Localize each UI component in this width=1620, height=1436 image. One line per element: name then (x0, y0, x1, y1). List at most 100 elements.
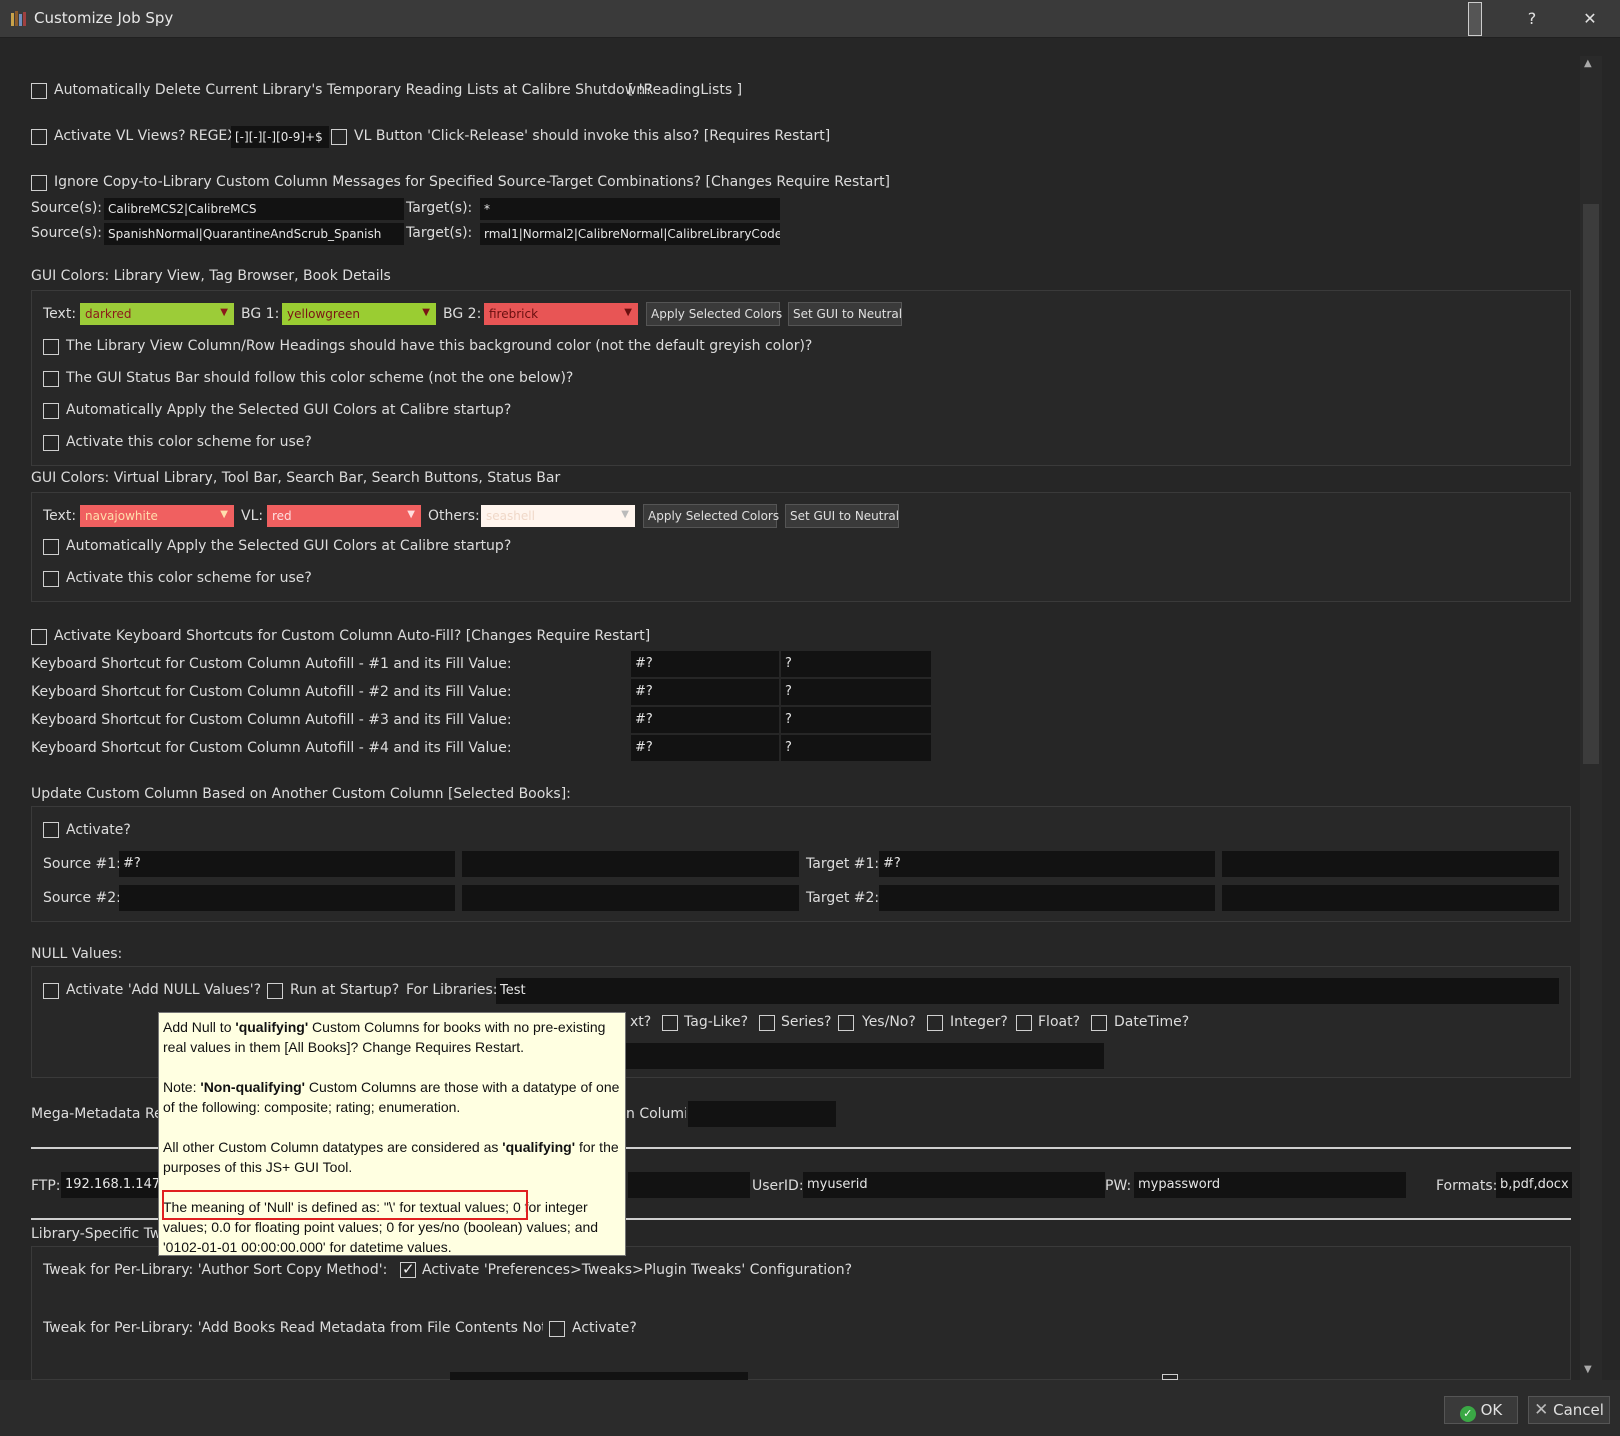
gui1-opt-3-checkbox[interactable] (43, 403, 59, 419)
source-1-extra-input[interactable] (462, 851, 799, 877)
target-input-1[interactable]: * (480, 198, 780, 220)
kb-row-3-shortcut-input[interactable]: #? (631, 707, 779, 733)
tweak-author-sort-option: Activate 'Preferences>Tweaks>Plugin Twea… (422, 1262, 853, 1278)
update-activate-label: Activate? (66, 822, 131, 838)
gui2-neutral-button[interactable]: Set GUI to Neutral (785, 504, 899, 528)
null-startup-checkbox[interactable] (267, 983, 283, 999)
gui1-text-combo[interactable]: darkred ▼ (80, 303, 234, 325)
close-icon[interactable]: ✕ (1570, 4, 1610, 34)
null-taglike-checkbox[interactable] (662, 1015, 678, 1031)
cancel-label: Cancel (1553, 1401, 1604, 1419)
source-2-label: Source #2: (43, 890, 121, 906)
null-datetime-label: DateTime? (1114, 1014, 1190, 1030)
null-activate-label: Activate 'Add NULL Values'? (66, 982, 262, 998)
source-1-input[interactable]: #? (119, 851, 455, 877)
delete-reading-lists-checkbox[interactable] (31, 83, 47, 99)
scrollbar-thumb[interactable] (1583, 204, 1599, 764)
target-input-2[interactable]: rmal1|Normal2|CalibreNormal|CalibreLibra… (480, 223, 780, 245)
null-values-title: NULL Values: (31, 946, 123, 962)
dialog-footer (0, 1380, 1620, 1436)
null-series-checkbox[interactable] (759, 1015, 775, 1031)
gui1-bg2-label: BG 2: (443, 306, 482, 322)
ignore-copy-messages-label: Ignore Copy-to-Library Custom Column Mes… (54, 174, 891, 190)
tweak-author-sort-checkbox[interactable] (400, 1260, 416, 1278)
ftp-userid-input[interactable]: myuserid (803, 1172, 1105, 1198)
ftp-formats-input[interactable]: b,pdf,docx (1496, 1172, 1572, 1198)
null-yesno-label: Yes/No? (862, 1014, 916, 1030)
gui1-apply-button[interactable]: Apply Selected Colors (646, 302, 782, 326)
kb-row-3-fill-input[interactable]: ? (781, 707, 931, 733)
window-title: Customize Job Spy (34, 9, 174, 27)
ok-button[interactable]: ✓ OK (1444, 1396, 1518, 1424)
delete-reading-lists-label: Automatically Delete Current Library's T… (54, 82, 653, 98)
gui1-neutral-button[interactable]: Set GUI to Neutral (788, 302, 902, 326)
kb-row-4-fill-input[interactable]: ? (781, 735, 931, 761)
tweak-add-books-checkbox[interactable] (549, 1321, 565, 1337)
null-extra-input[interactable] (620, 1043, 1104, 1069)
tweak-add-books-label: Tweak for Per-Library: 'Add Books Read M… (43, 1320, 543, 1336)
gui1-opt-3-label: Automatically Apply the Selected GUI Col… (66, 402, 512, 418)
source-2-input[interactable] (119, 885, 455, 911)
ignore-copy-messages-checkbox[interactable] (31, 175, 47, 191)
ftp-pw-input[interactable]: mypassword (1134, 1172, 1406, 1198)
gui2-text-combo[interactable]: navajowhite ▼ (80, 505, 234, 527)
gui1-bg1-value: yellowgreen (287, 307, 360, 321)
kb-row-3-label: Keyboard Shortcut for Custom Column Auto… (31, 712, 512, 728)
help-button[interactable]: ? (1512, 4, 1552, 34)
kb-row-1-shortcut-input[interactable]: #? (631, 651, 779, 677)
mega-column-input[interactable] (688, 1101, 836, 1127)
gui2-apply-button[interactable]: Apply Selected Colors (643, 504, 779, 528)
gui2-opt-1-label: Automatically Apply the Selected GUI Col… (66, 538, 512, 554)
regex-input[interactable]: [-][-][-][0-9]+$ (231, 126, 329, 148)
gui2-vl-combo[interactable]: red ▼ (267, 505, 421, 527)
scroll-up-icon[interactable]: ▲ (1584, 58, 1592, 69)
null-datetime-checkbox[interactable] (1091, 1015, 1107, 1031)
ftp-userid-label: UserID: (752, 1178, 804, 1194)
gui1-opt-4-checkbox[interactable] (43, 435, 59, 451)
gui2-opt-1-checkbox[interactable] (43, 539, 59, 555)
kb-row-4-shortcut-input[interactable]: #? (631, 735, 779, 761)
kb-row-1-fill-input[interactable]: ? (781, 651, 931, 677)
gui1-opt-2-label: The GUI Status Bar should follow this co… (66, 370, 574, 386)
source-input-2[interactable]: SpanishNormal|QuarantineAndScrub_Spanish (104, 223, 404, 245)
kb-row-2-fill-input[interactable]: ? (781, 679, 931, 705)
tweak-partial-input[interactable] (450, 1372, 748, 1380)
kb-shortcuts-checkbox[interactable] (31, 629, 47, 645)
target-1-input[interactable]: #? (879, 851, 1215, 877)
gui1-bg1-combo[interactable]: yellowgreen ▼ (282, 303, 436, 325)
target-1-extra-input[interactable] (1222, 851, 1559, 877)
gui2-opt-2-checkbox[interactable] (43, 571, 59, 587)
mega-column-label: n Columi (626, 1106, 686, 1122)
target-2-extra-input[interactable] (1222, 885, 1559, 911)
vl-click-release-checkbox[interactable] (331, 129, 347, 145)
cancel-button[interactable]: ✕ Cancel (1528, 1396, 1610, 1424)
source-label-2: Source(s): (31, 225, 103, 241)
check-icon: ✓ (1459, 1406, 1476, 1422)
tweak-add-books-option: Activate? (572, 1320, 637, 1336)
chevron-down-icon: ▼ (422, 307, 430, 318)
null-float-checkbox[interactable] (1016, 1015, 1032, 1031)
scroll-down-icon[interactable]: ▼ (1584, 1364, 1592, 1375)
ftp-port-input[interactable] (628, 1172, 750, 1198)
gui1-opt-2-checkbox[interactable] (43, 371, 59, 387)
gui2-others-combo[interactable]: seashell ▼ (481, 505, 635, 527)
source-input-1[interactable]: CalibreMCS2|CalibreMCS (104, 198, 404, 220)
ftp-host-input[interactable]: 192.168.1.147 (61, 1172, 161, 1198)
kb-row-2-shortcut-input[interactable]: #? (631, 679, 779, 705)
source-2-extra-input[interactable] (462, 885, 799, 911)
null-yesno-checkbox[interactable] (838, 1015, 854, 1031)
tweak-author-sort-label: Tweak for Per-Library: 'Author Sort Copy… (43, 1262, 388, 1278)
null-activate-checkbox[interactable] (43, 983, 59, 999)
resize-handle[interactable] (1468, 2, 1482, 36)
target-2-input[interactable] (879, 885, 1215, 911)
activate-vl-views-checkbox[interactable] (31, 129, 47, 145)
gui1-bg2-combo[interactable]: firebrick ▼ (484, 303, 638, 325)
gui1-opt-1-checkbox[interactable] (43, 339, 59, 355)
null-series-label: Series? (781, 1014, 832, 1030)
null-libraries-input[interactable]: Test (496, 978, 1559, 1004)
update-activate-checkbox[interactable] (43, 822, 59, 838)
chevron-down-icon: ▼ (220, 509, 228, 520)
null-type-partial: xt? (630, 1014, 652, 1030)
null-integer-checkbox[interactable] (927, 1015, 943, 1031)
kb-row-1-label: Keyboard Shortcut for Custom Column Auto… (31, 656, 512, 672)
